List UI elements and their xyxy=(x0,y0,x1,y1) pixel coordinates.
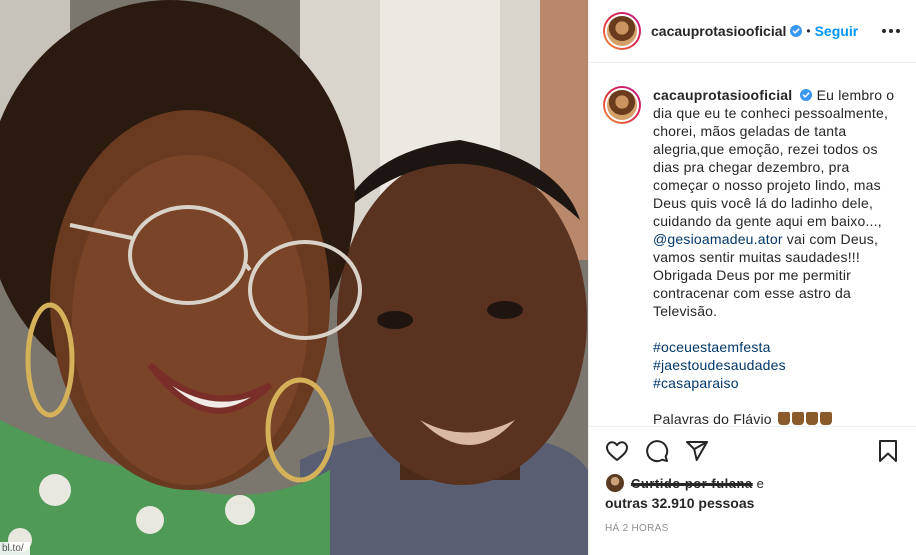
share-button[interactable] xyxy=(685,431,725,471)
bookmark-icon xyxy=(879,440,897,462)
hashtag-link[interactable]: #jaestoudesaudades xyxy=(653,356,899,374)
action-bar xyxy=(605,427,900,475)
post-timestamp[interactable]: HÁ 2 HORAS xyxy=(605,523,900,534)
separator-dot: • xyxy=(806,24,811,38)
post-side-panel: cacauprotasiooficial • Seguir cacauprota… xyxy=(588,0,916,555)
mention-link[interactable]: @gesioamadeu.ator xyxy=(653,231,783,247)
hashtag-list: #oceuestaemfesta #jaestoudesaudades #cas… xyxy=(653,338,899,392)
header-username[interactable]: cacauprotasiooficial xyxy=(651,23,786,39)
likes-count[interactable]: outras 32.910 pessoas xyxy=(605,495,900,511)
follow-button[interactable]: Seguir xyxy=(815,23,859,39)
heart-icon xyxy=(606,441,628,461)
caption-username[interactable]: cacauprotasiooficial xyxy=(653,87,792,103)
like-button[interactable] xyxy=(605,431,645,471)
hashtag-link[interactable]: #oceuestaemfesta xyxy=(653,338,899,356)
liker-avatar[interactable] xyxy=(605,473,625,493)
verified-badge-icon xyxy=(800,89,813,101)
avatar[interactable] xyxy=(603,12,641,50)
liked-by-row: Curtido por fulana e xyxy=(605,473,900,493)
palavras-text: Palavras do Flávio xyxy=(653,411,772,426)
caption-text: cacauprotasiooficial Eu lembro o dia que… xyxy=(653,86,899,426)
emoji-icon xyxy=(777,412,790,425)
selfie-photo xyxy=(0,0,588,555)
caption: cacauprotasiooficial Eu lembro o dia que… xyxy=(603,86,900,426)
post-photo[interactable]: bl.to/ xyxy=(0,0,588,555)
redacted-liker-name[interactable]: Curtido por fulana xyxy=(631,476,753,491)
liked-by-conjunction: e xyxy=(756,475,764,491)
verified-badge-icon xyxy=(790,25,803,37)
emoji-icon xyxy=(819,412,832,425)
more-options-icon[interactable] xyxy=(882,23,900,39)
post-header: cacauprotasiooficial • Seguir xyxy=(589,0,916,63)
caption-footer: Palavras do Flávio xyxy=(653,410,899,426)
emoji-icon xyxy=(805,412,818,425)
caption-avatar[interactable] xyxy=(603,86,641,124)
url-hint: bl.to/ xyxy=(0,542,30,555)
comment-icon xyxy=(646,440,669,463)
caption-body-1: Eu lembro o dia que eu te conheci pessoa… xyxy=(653,87,895,229)
actions-section: Curtido por fulana e outras 32.910 pesso… xyxy=(589,426,916,534)
save-button[interactable] xyxy=(860,431,900,471)
share-icon xyxy=(686,441,708,461)
hashtag-link[interactable]: #casaparaiso xyxy=(653,374,899,392)
comments-area[interactable]: cacauprotasiooficial Eu lembro o dia que… xyxy=(589,64,916,426)
emoji-icon xyxy=(791,412,804,425)
comment-button[interactable] xyxy=(645,431,685,471)
